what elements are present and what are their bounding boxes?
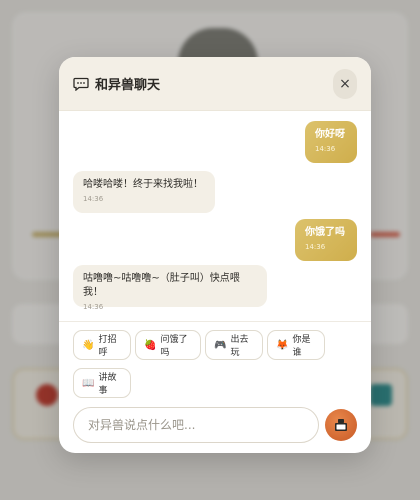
quick-reply-label: 你是谁 [292,335,311,358]
quick-reply-play[interactable]: 🎮 出去玩 [205,330,263,360]
message-time: 14:36 [83,303,104,311]
close-button[interactable]: × [333,68,357,99]
fox-icon: 🦊 [276,339,289,351]
message-input-box[interactable] [73,407,319,443]
quick-reply-label: 问饿了吗 [160,335,188,358]
message-text: 哈喽哈喽！终于来找我啦！ [83,179,203,190]
quick-reply-label: 出去玩 [230,335,249,358]
send-icon [335,419,347,431]
message-text: 咕噜噜~咕噜噜~（肚子叫）快点喂我！ [83,273,240,298]
message-time: 14:36 [305,243,326,251]
book-icon: 📖 [82,377,95,389]
message-time: 14:36 [315,145,336,153]
message-input[interactable] [88,418,304,432]
message-bot: 咕噜噜~咕噜噜~（肚子叫）快点喂我！ 14:36 [73,265,267,311]
close-icon: × [339,75,351,92]
strawberry-icon: 🍓 [144,339,157,351]
message-text: 你饿了吗 [305,227,345,238]
send-button[interactable] [325,409,357,441]
divider [59,321,371,322]
quick-reply-who[interactable]: 🦊 你是谁 [267,330,325,360]
dialog-header: 和异兽聊天 × [59,57,371,111]
message-time: 14:36 [83,195,104,203]
chat-bubble-icon [73,77,89,91]
dialog-title: 和异兽聊天 [95,78,161,93]
chat-dialog: 和异兽聊天 × 你好呀 14:36 哈喽哈喽！终于来找我啦！ 14:36 你饿了… [59,57,371,453]
quick-reply-greet[interactable]: 👋 打招呼 [73,330,131,360]
message-user: 你饿了吗 14:36 [295,219,357,261]
message-text: 你好呀 [315,129,345,140]
quick-reply-label: 讲故事 [98,373,117,396]
waving-hand-icon: 👋 [82,339,95,351]
quick-reply-story[interactable]: 📖 讲故事 [73,368,131,398]
message-list[interactable]: 你好呀 14:36 哈喽哈喽！终于来找我啦！ 14:36 你饿了吗 14:36 … [59,111,371,321]
quick-reply-label: 打招呼 [98,335,117,358]
quick-reply-hungry[interactable]: 🍓 问饿了吗 [135,330,201,360]
message-bot: 哈喽哈喽！终于来找我啦！ 14:36 [73,171,215,213]
gamepad-icon: 🎮 [214,339,227,351]
message-user: 你好呀 14:36 [305,121,357,163]
